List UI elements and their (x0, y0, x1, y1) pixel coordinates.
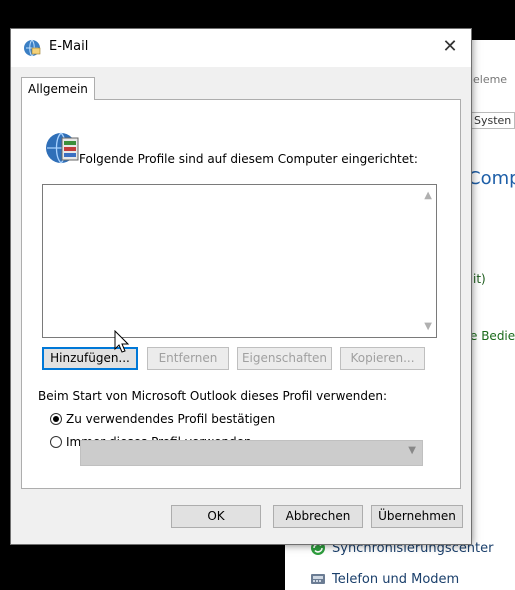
radio-button-checked[interactable] (50, 413, 62, 425)
close-icon: ✕ (442, 36, 458, 57)
copy-profile-button[interactable]: Kopieren... (340, 347, 425, 370)
tab-general[interactable]: Allgemein (21, 77, 95, 100)
window-title: E-Mail (49, 39, 89, 54)
title-bar[interactable]: E-Mail ✕ (11, 29, 471, 67)
radio-label: Zu verwendendes Profil bestätigen (66, 412, 276, 426)
profiles-icon (46, 132, 79, 164)
control-panel-link[interactable]: e Bedie (470, 329, 515, 343)
mouse-cursor-icon (114, 330, 130, 353)
profiles-heading: Folgende Profile sind auf diesem Compute… (79, 152, 418, 166)
remove-profile-button[interactable]: Entfernen (147, 347, 229, 370)
phone-modem-icon (311, 574, 325, 584)
chevron-down-icon: ▼ (408, 445, 416, 456)
cancel-button[interactable]: Abbrechen (273, 505, 363, 528)
startup-profile-label: Beim Start von Microsoft Outlook dieses … (38, 389, 388, 403)
control-panel-item-label: Telefon und Modem (332, 571, 460, 587)
control-panel-link[interactable]: it) (473, 272, 486, 286)
profile-list[interactable]: ▲ ▼ (42, 184, 437, 338)
properties-button[interactable]: Eigenschaften (237, 347, 332, 370)
radio-confirm-profile[interactable]: Zu verwendendes Profil bestätigen (50, 412, 275, 426)
breadcrumb: eleme (473, 73, 508, 86)
ok-button[interactable]: OK (171, 505, 261, 528)
close-button[interactable]: ✕ (429, 29, 471, 67)
scroll-up-icon[interactable]: ▲ (424, 190, 432, 201)
page-heading: Comp (468, 168, 515, 189)
scroll-down-icon[interactable]: ▼ (424, 321, 432, 332)
apply-button[interactable]: Übernehmen (371, 505, 463, 528)
mail-globe-icon (24, 39, 41, 57)
profile-select[interactable]: ▼ (80, 440, 423, 466)
mail-dialog: E-Mail ✕ Allgemein Folgende Profile sind… (10, 28, 472, 545)
radio-button[interactable] (50, 436, 62, 448)
view-select[interactable]: Systen (470, 112, 515, 129)
tab-panel-general: Folgende Profile sind auf diesem Compute… (21, 99, 461, 489)
control-panel-item-phone-modem[interactable]: Telefon und Modem (310, 571, 459, 587)
